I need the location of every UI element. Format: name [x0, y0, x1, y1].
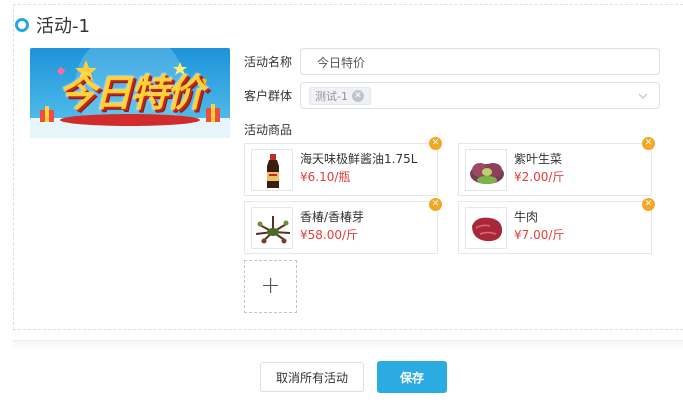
product-name: 海天味极鲜酱油1.75L [300, 152, 418, 166]
product-price: ¥7.00/斤 [514, 228, 565, 242]
activity-title: 活动-1 [36, 16, 90, 37]
product-card[interactable]: 海天味极鲜酱油1.75L ¥6.10/瓶 [244, 143, 438, 196]
product-card[interactable]: 牛肉 ¥7.00/斤 [458, 201, 652, 254]
activity-name-value: 今日特价 [317, 56, 366, 70]
customer-group-label: 客户群体 [244, 89, 293, 103]
product-price: ¥6.10/瓶 [300, 170, 351, 184]
beef-icon [465, 207, 507, 249]
product-price: ¥58.00/斤 [300, 228, 359, 242]
purple-lettuce-icon [465, 149, 507, 191]
tag-close-icon[interactable]: ✕ [351, 90, 364, 102]
chevron-down-icon [638, 93, 648, 99]
customer-group-select[interactable]: 测试-1 ✕ [300, 82, 660, 109]
save-button[interactable]: 保存 [377, 361, 447, 393]
activity-header: 活动-1 [15, 12, 90, 38]
remove-product-icon[interactable]: ✕ [642, 137, 655, 150]
plus-icon: + [260, 271, 281, 299]
soy-sauce-bottle-icon [251, 149, 293, 191]
toona-sprouts-icon [251, 207, 293, 249]
product-name: 紫叶生菜 [514, 152, 563, 166]
product-card[interactable]: 紫叶生菜 ¥2.00/斤 [458, 143, 652, 196]
product-name: 牛肉 [514, 210, 539, 224]
activity-name-input[interactable]: 今日特价 [300, 48, 660, 75]
product-name: 香椿/香椿芽 [300, 210, 365, 224]
circle-icon [15, 18, 29, 32]
customer-group-tag-label: 测试-1 [315, 90, 348, 103]
product-price: ¥2.00/斤 [514, 170, 565, 184]
remove-product-icon[interactable]: ✕ [429, 137, 442, 150]
remove-product-icon[interactable]: ✕ [429, 198, 442, 211]
banner-text: 今日特价 [57, 71, 204, 115]
add-product-button[interactable]: + [244, 260, 297, 313]
cancel-all-activities-button[interactable]: 取消所有活动 [260, 362, 364, 392]
customer-group-tag: 测试-1 ✕ [309, 87, 371, 105]
products-label: 活动商品 [244, 123, 293, 137]
activity-banner-image: 今日特价 [30, 48, 230, 138]
remove-product-icon[interactable]: ✕ [642, 198, 655, 211]
footer-divider [13, 340, 683, 350]
activity-name-label: 活动名称 [244, 55, 293, 69]
product-card[interactable]: 香椿/香椿芽 ¥58.00/斤 [244, 201, 438, 254]
